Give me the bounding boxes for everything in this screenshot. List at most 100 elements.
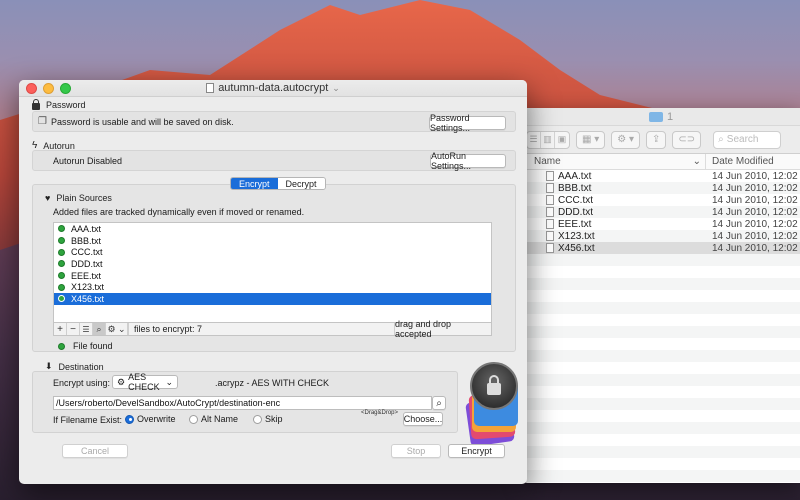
source-file-row[interactable]: BBB.txt	[54, 235, 491, 247]
stop-button[interactable]: Stop	[391, 444, 441, 458]
status-ok-icon	[58, 342, 65, 350]
empty-row	[522, 470, 800, 482]
empty-row	[522, 254, 800, 266]
lock-icon	[32, 99, 40, 110]
password-status: Password is usable and will be saved on …	[50, 116, 234, 127]
window-title: autumn-data.autocrypt ⌄	[19, 82, 527, 94]
gallery-view-icon[interactable]: ▣	[555, 132, 569, 148]
empty-row	[522, 446, 800, 458]
encryption-method-select[interactable]: ⚙ AES CHECK ⌄	[112, 372, 178, 392]
finder-file-row[interactable]: X123.txt 14 Jun 2010, 12:02	[522, 230, 800, 242]
remove-file-button[interactable]: −	[67, 323, 80, 335]
empty-row	[522, 350, 800, 362]
empty-row	[522, 362, 800, 374]
password-settings-button[interactable]: Password Settings...	[429, 113, 506, 133]
file-date: 14 Jun 2010, 12:02	[712, 218, 798, 230]
gear-icon: ⚙ ▾	[617, 134, 635, 145]
file-date: 14 Jun 2010, 12:02	[712, 206, 798, 218]
file-status: File found	[73, 341, 113, 351]
empty-row	[522, 422, 800, 434]
chevron-down-icon: ⌄	[165, 376, 173, 387]
radio-skip[interactable]: Skip	[253, 414, 283, 424]
finder-file-row[interactable]: AAA.txt 14 Jun 2010, 12:02	[522, 170, 800, 182]
search-icon[interactable]: ⌕	[93, 323, 106, 335]
share-icon: ⇪	[652, 134, 661, 145]
document-icon	[206, 83, 215, 93]
password-section-label: Password	[19, 99, 86, 110]
file-date: 14 Jun 2010, 12:02	[712, 230, 798, 242]
list-view-icon[interactable]: ☰	[527, 131, 541, 148]
finder-file-row[interactable]: EEE.txt 14 Jun 2010, 12:02	[522, 218, 800, 230]
list-icon[interactable]: ☰	[80, 323, 93, 335]
source-file-name: BBB.txt	[71, 235, 102, 246]
view-mode-segment[interactable]: ☰ ▥ ▣	[526, 130, 570, 149]
finder-file-row[interactable]: BBB.txt 14 Jun 2010, 12:02	[522, 182, 800, 194]
drag-drop-hint: drag and drop accepted	[394, 319, 491, 339]
source-file-row[interactable]: X456.txt	[54, 293, 491, 305]
empty-row	[522, 386, 800, 398]
destination-path-input[interactable]: /Users/roberto/DevelSandbox/AutoCrypt/de…	[53, 396, 432, 410]
share-button[interactable]: ⇪	[646, 130, 667, 149]
empty-row	[522, 458, 800, 470]
window-titlebar: autumn-data.autocrypt ⌄	[19, 80, 527, 97]
empty-row	[522, 278, 800, 290]
gear-icon[interactable]: ⚙ ⌄	[106, 323, 128, 335]
empty-row	[522, 410, 800, 422]
file-name: X123.txt	[558, 230, 595, 242]
column-date-modified[interactable]: Date Modified	[706, 154, 774, 169]
search-icon: ⌕	[436, 397, 442, 409]
copy-icon: ❐	[38, 116, 47, 127]
source-list-footer: + − ☰ ⌕ ⚙ ⌄ files to encrypt: 7 drag and…	[53, 319, 492, 339]
radio-overwrite[interactable]: Overwrite	[125, 414, 176, 424]
finder-column-header: Name ⌄ Date Modified	[522, 154, 800, 170]
empty-row	[522, 302, 800, 314]
tab-decrypt[interactable]: Decrypt	[277, 178, 325, 189]
column-name[interactable]: Name ⌄	[522, 154, 706, 169]
plain-sources-label: ♥ Plain Sources	[45, 193, 112, 203]
source-file-row[interactable]: X123.txt	[54, 281, 491, 293]
encrypt-using-label: Encrypt using:	[53, 378, 111, 388]
file-name: CCC.txt	[558, 194, 593, 206]
file-date: 14 Jun 2010, 12:02	[712, 242, 798, 254]
finder-file-row[interactable]: CCC.txt 14 Jun 2010, 12:02	[522, 194, 800, 206]
tab-encrypt[interactable]: Encrypt	[231, 178, 278, 189]
source-file-name: CCC.txt	[71, 247, 103, 258]
file-name: BBB.txt	[558, 182, 592, 194]
status-ok-icon	[58, 260, 65, 268]
finder-file-row[interactable]: DDD.txt 14 Jun 2010, 12:02	[522, 206, 800, 218]
source-file-row[interactable]: EEE.txt	[54, 270, 491, 282]
source-file-row[interactable]: DDD.txt	[54, 258, 491, 270]
source-file-row[interactable]: CCC.txt	[54, 246, 491, 258]
path-search-button[interactable]: ⌕	[432, 396, 446, 410]
sort-chevron-icon: ⌄	[692, 156, 701, 167]
filename-exists-label: If Filename Exist:	[53, 415, 123, 425]
heart-icon: ♥	[45, 193, 51, 203]
cancel-button[interactable]: Cancel	[62, 444, 128, 458]
finder-file-row[interactable]: X456.txt 14 Jun 2010, 12:02	[522, 242, 800, 254]
empty-row	[522, 482, 800, 483]
empty-row	[522, 398, 800, 410]
finder-search-field[interactable]: ⌕ Search	[713, 130, 782, 149]
text-file-icon	[546, 195, 554, 205]
tag-icon: ⊂⊃	[678, 134, 696, 145]
choose-button[interactable]: Choose...	[403, 412, 443, 426]
encrypt-button[interactable]: Encrypt	[448, 444, 505, 458]
file-name: DDD.txt	[558, 206, 593, 218]
action-button[interactable]: ⚙ ▾	[611, 130, 641, 149]
tag-button[interactable]: ⊂⊃	[672, 130, 702, 149]
empty-row	[522, 326, 800, 338]
radio-alt-name[interactable]: Alt Name	[189, 414, 238, 424]
empty-row	[522, 314, 800, 326]
source-file-row[interactable]: AAA.txt	[54, 223, 491, 235]
columns-view-icon[interactable]: ▥	[541, 131, 555, 148]
chevron-down-icon[interactable]: ⌄	[332, 83, 340, 94]
file-date: 14 Jun 2010, 12:02	[712, 194, 798, 206]
status-ok-icon	[58, 237, 65, 245]
padlock-icon	[470, 362, 518, 410]
empty-row	[522, 374, 800, 386]
empty-row	[522, 338, 800, 350]
autorun-settings-button[interactable]: AutoRun Settings...	[430, 151, 506, 171]
add-file-button[interactable]: +	[54, 323, 67, 335]
arrange-button[interactable]: ▦ ▾	[576, 130, 606, 149]
status-ok-icon	[58, 283, 65, 291]
